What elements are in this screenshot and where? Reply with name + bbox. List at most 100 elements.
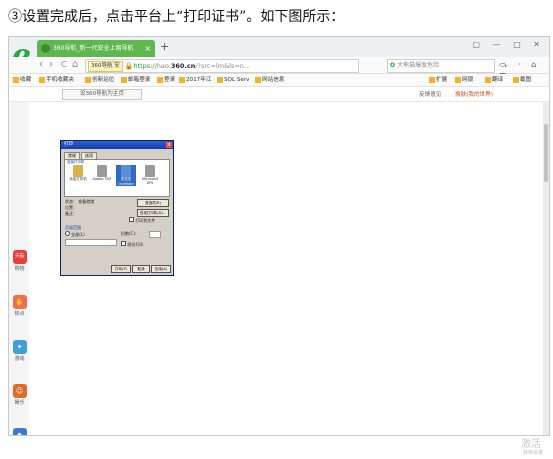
tab-options[interactable]: 选项 xyxy=(81,152,97,159)
set-homepage-button[interactable]: 设360导航为主页 xyxy=(62,89,142,100)
tab-general[interactable]: 常规 xyxy=(64,152,80,159)
url-host: 360.cn xyxy=(170,62,196,70)
find-printer-button[interactable]: 查找打印机(D)... xyxy=(137,209,169,217)
bookmark-item[interactable]: 收藏 xyxy=(13,74,31,86)
bookmark-item[interactable]: 网站信息 xyxy=(255,74,284,86)
checkbox-label: 逐份打印 xyxy=(127,242,144,247)
status-value: 准备就绪 xyxy=(78,199,95,204)
feedback-link[interactable]: 反馈意见 xyxy=(419,90,441,98)
print-dialog: 打印 × 常规 选项 选择打印机 添加打印机 Adobe PDF 发送至OneNo… xyxy=(60,140,174,276)
folder-icon xyxy=(157,76,163,83)
sidebar-item-hot[interactable]: ✋ 热点 xyxy=(11,295,28,318)
close-icon[interactable]: × xyxy=(166,142,172,148)
tmall-icon: 天猫 xyxy=(12,250,27,264)
apply-button[interactable]: 应用(A) xyxy=(151,265,171,273)
print-button[interactable]: 打印(P) xyxy=(111,265,131,273)
print-to-file-checkbox[interactable]: 打印到文件 xyxy=(129,217,155,224)
sidebar-item-games[interactable]: ✦ 游戏 xyxy=(11,340,28,363)
folder-icon xyxy=(39,76,45,83)
extensions-button[interactable]: 扩展 xyxy=(429,74,447,86)
forward-icon[interactable]: › xyxy=(49,58,53,72)
printer-xps[interactable]: Microsoft XPS xyxy=(140,165,160,185)
bank-button[interactable]: 网银 xyxy=(455,74,473,86)
url-path: /?src=lm&ls=n... xyxy=(195,62,251,70)
grid-icon xyxy=(429,76,435,83)
printer-icon xyxy=(121,165,131,177)
sidebar-item-shopping[interactable]: 天猫 购物 xyxy=(11,250,28,273)
bookmark-label: 网站信息 xyxy=(262,77,285,83)
status-label: 状态： xyxy=(65,199,77,204)
bookmark-item[interactable]: SQL Serv xyxy=(217,74,249,86)
url-field[interactable]: 360导航 安 🔒https://hao.360.cn/?src=lm&ls=n.… xyxy=(85,59,359,73)
left-sidebar: 天猫 购物 ✋ 热点 ✦ 游戏 ☺ 娱乐 ◆ 军事 xyxy=(9,102,29,435)
smile-icon: ☺ xyxy=(12,384,27,398)
bookmark-label: 扩展 xyxy=(436,77,448,83)
printer-onenote[interactable]: 发送至OneNote xyxy=(116,165,136,186)
checkbox-icon xyxy=(129,217,134,222)
url-scheme: https:// xyxy=(133,62,157,70)
sidebar-item-military[interactable]: ◆ 军事 xyxy=(11,428,28,435)
collate-checkbox[interactable]: 逐份打印 xyxy=(121,241,143,248)
search-placeholder: 大熊猫爆发危险 xyxy=(397,62,440,69)
refresh-icon[interactable]: C xyxy=(61,58,67,72)
bookmark-item[interactable]: 创新站位 xyxy=(85,74,114,86)
folder-icon xyxy=(255,76,261,83)
folder-icon xyxy=(217,76,223,83)
military-icon: ◆ xyxy=(12,428,27,435)
skin-link[interactable]: 换肤(我的世界) xyxy=(455,90,493,98)
cancel-button[interactable]: 取消 xyxy=(132,265,150,273)
translate-button[interactable]: 翻译 xyxy=(485,74,503,86)
home-icon[interactable]: ⌂ xyxy=(72,58,78,72)
search-engine-icon[interactable]: O xyxy=(390,62,395,69)
comment-label: 备注： xyxy=(65,211,77,216)
add-printer-icon xyxy=(73,165,83,177)
bookmark-label: 2017年江 xyxy=(186,77,212,83)
window-controls[interactable]: ▢ — □ ✕ xyxy=(473,40,545,49)
bookmark-item[interactable]: 邮箱登录 xyxy=(121,74,150,86)
sidebar-item-label: 购物 xyxy=(14,266,25,272)
printer-label: 发送至OneNote xyxy=(118,177,134,186)
browser-tab[interactable]: 360导航_新一代安全上网导航 × xyxy=(37,40,155,57)
bookmark-label: SQL Serv xyxy=(224,77,250,83)
back-icon[interactable]: ‹ xyxy=(39,58,43,72)
printer-adobe[interactable]: Adobe PDF xyxy=(92,165,112,181)
new-tab-button[interactable]: + xyxy=(160,40,169,54)
printer-label: 添加打印机 xyxy=(69,177,87,181)
site-badge: 360导航 安 xyxy=(88,61,123,72)
vertical-scrollbar[interactable] xyxy=(543,102,549,435)
url-host-prefix: hao. xyxy=(156,62,171,70)
printer-select-group: 选择打印机 添加打印机 Adobe PDF 发送至OneNote Microso… xyxy=(64,159,170,197)
search-input[interactable]: O 大熊猫爆发危险 xyxy=(387,59,495,73)
printer-add[interactable]: 添加打印机 xyxy=(68,165,88,182)
bookmark-label: 截图 xyxy=(520,77,532,83)
all-radio[interactable]: 全部(L) xyxy=(65,231,85,238)
preferences-button[interactable]: 首选项(R) xyxy=(137,199,169,207)
screenshot-button[interactable]: 截图 xyxy=(513,74,531,86)
tab-close-icon[interactable]: × xyxy=(144,40,151,57)
tab-strip: 360导航_新一代安全上网导航 × + ▢ — □ ✕ xyxy=(9,37,549,57)
bookmark-label: 邮箱登录 xyxy=(128,77,151,83)
scrollbar-thumb[interactable] xyxy=(544,124,548,182)
activation-watermark: 激活 xyxy=(521,439,541,450)
radio-icon xyxy=(65,231,70,236)
bookmark-item[interactable]: 2017年江 xyxy=(179,74,211,86)
sidebar-item-entertainment[interactable]: ☺ 娱乐 xyxy=(11,384,28,407)
sidebar-item-label: 游戏 xyxy=(14,356,25,362)
dialog-title-text: 打印 xyxy=(64,142,73,147)
bookmarks-bar: 收藏 手机收藏夹 创新站位 邮箱登录 登录 2017年江 SQL Serv 网站… xyxy=(9,74,549,87)
bookmark-item[interactable]: 手机收藏夹 xyxy=(39,74,74,86)
bookmark-item[interactable]: 登录 xyxy=(157,74,175,86)
copies-input[interactable] xyxy=(149,231,161,238)
bookmark-label: 创新站位 xyxy=(92,77,115,83)
translate-icon xyxy=(485,76,491,83)
bookmark-label: 登录 xyxy=(164,77,176,83)
star-icon xyxy=(13,76,19,83)
radio-label: 全部(L) xyxy=(71,232,85,237)
printer-icon xyxy=(97,165,107,177)
bookmark-label: 收藏 xyxy=(20,77,32,83)
instruction-caption: ③设置完成后，点击平台上“打印证书”。如下图所示： xyxy=(8,9,345,25)
page-range-input[interactable] xyxy=(65,239,117,246)
bank-icon xyxy=(455,76,461,83)
browser-screenshot: 360导航_新一代安全上网导航 × + ▢ — □ ✕ e ‹ › C ⌂ 36… xyxy=(8,36,550,436)
tab-favicon-icon xyxy=(41,44,50,53)
